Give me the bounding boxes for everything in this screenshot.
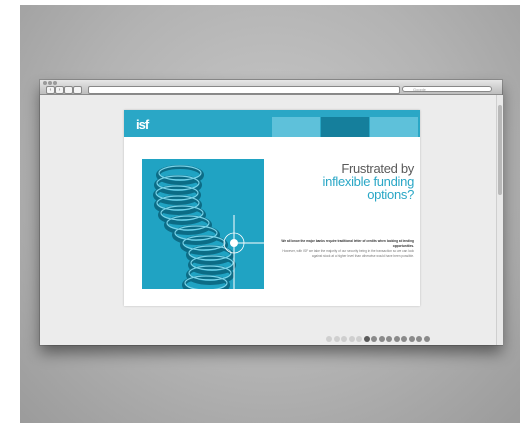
- back-button[interactable]: ‹: [46, 86, 55, 94]
- pager-dot[interactable]: [371, 336, 377, 342]
- pager-dot[interactable]: [393, 336, 400, 342]
- pager-dot[interactable]: [423, 336, 430, 342]
- pager-dot[interactable]: [378, 336, 385, 342]
- forward-button[interactable]: ›: [55, 86, 64, 94]
- pager-dot-active[interactable]: [363, 336, 370, 342]
- slide-pager: [326, 336, 431, 344]
- site-page: isf Frustrated by inflexible funding opt…: [124, 110, 420, 306]
- pager-dot[interactable]: [386, 336, 392, 342]
- scrollbar[interactable]: [496, 95, 503, 345]
- pager-dot[interactable]: [356, 336, 362, 342]
- nav-tab-1[interactable]: [272, 117, 320, 137]
- scrollbar-thumb[interactable]: [498, 105, 502, 195]
- site-nav: [272, 117, 418, 137]
- reload-button[interactable]: [64, 86, 73, 94]
- close-button[interactable]: [43, 81, 47, 85]
- pager-dot[interactable]: [348, 336, 355, 342]
- home-button[interactable]: [73, 86, 82, 94]
- pager-dot[interactable]: [333, 336, 340, 342]
- nav-tab-3[interactable]: [370, 117, 418, 137]
- browser-window: ‹ › Google isf Frustrated by inflexible …: [40, 80, 503, 345]
- pager-dot[interactable]: [416, 336, 422, 342]
- address-bar[interactable]: [88, 86, 400, 94]
- stage: ‹ › Google isf Frustrated by inflexible …: [0, 0, 526, 429]
- zoom-button[interactable]: [53, 81, 57, 85]
- coil-illustration: [142, 159, 264, 289]
- hero-headline: Frustrated by inflexible funding options…: [264, 162, 415, 202]
- headline-line-3: options?: [367, 187, 414, 202]
- body-text: However, with ISF we take the majority o…: [282, 249, 414, 258]
- page-viewport: isf Frustrated by inflexible funding opt…: [40, 95, 496, 345]
- body-lead-text: We all know the major banks require trad…: [281, 239, 414, 248]
- browser-toolbar: ‹ › Google: [40, 80, 502, 95]
- site-header: isf: [124, 110, 420, 137]
- minimize-button[interactable]: [48, 81, 52, 85]
- pager-dot[interactable]: [401, 336, 407, 342]
- hero-image: [142, 159, 264, 289]
- nav-tab-2-active[interactable]: [321, 117, 369, 137]
- pager-dot[interactable]: [326, 336, 332, 342]
- site-logo[interactable]: isf: [136, 117, 149, 132]
- pager-dot[interactable]: [408, 336, 415, 342]
- search-field[interactable]: Google: [402, 86, 492, 92]
- pager-dot[interactable]: [341, 336, 347, 342]
